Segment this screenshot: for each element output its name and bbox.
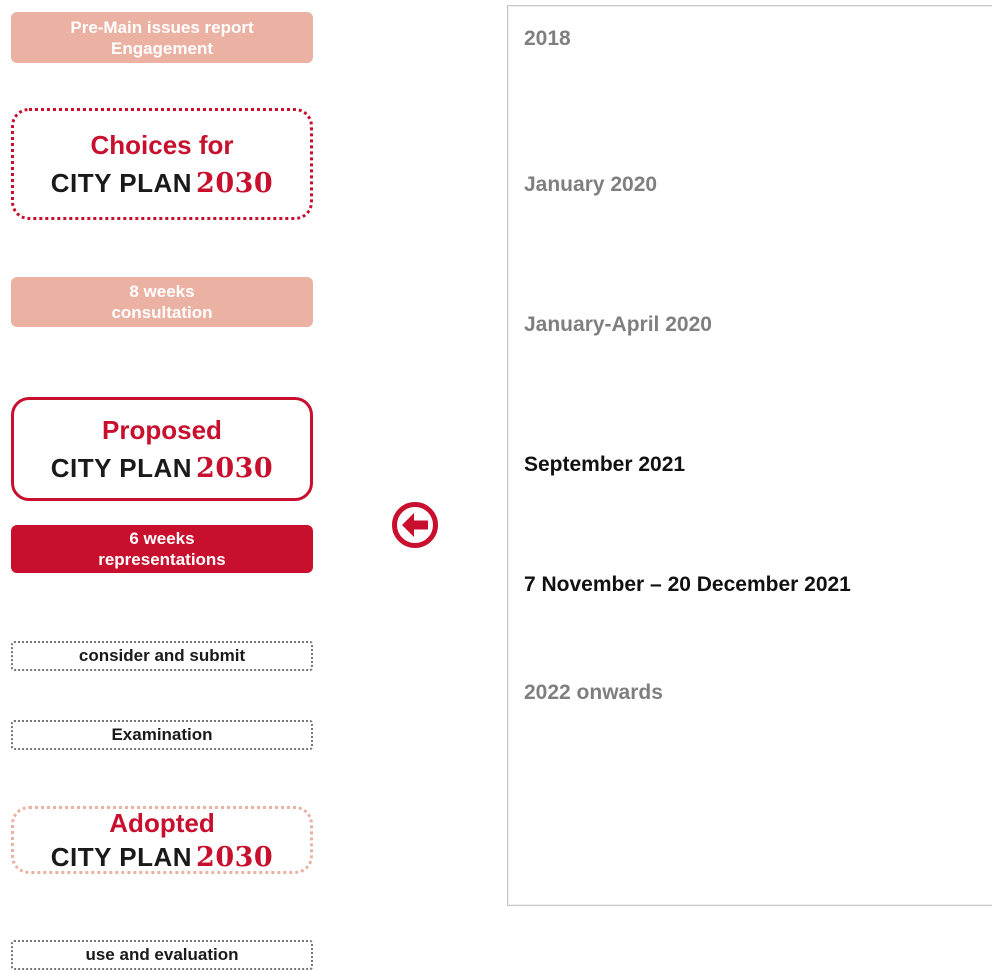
plan-stage-word: Proposed bbox=[102, 414, 222, 445]
plan-stage-word: Choices for bbox=[90, 129, 234, 160]
step-6-weeks-representations: 6 weeks representations bbox=[11, 525, 313, 573]
date-2022-onwards: 2022 onwards bbox=[524, 681, 663, 704]
step-consider-and-submit: consider and submit bbox=[11, 641, 313, 671]
step-label: Examination bbox=[111, 725, 213, 744]
date-september-2021: September 2021 bbox=[524, 453, 686, 476]
step-label-line: 6 weeks bbox=[129, 529, 195, 548]
step-choices-for-city-plan: Choices for CITY PLAN 2030 bbox=[11, 108, 313, 220]
city-plan-year: 2030 bbox=[196, 452, 274, 484]
date-november-december-2021: 7 November – 20 December 2021 bbox=[524, 573, 851, 596]
step-label-line: 8 weeks bbox=[129, 282, 195, 301]
date-january-2020: January 2020 bbox=[524, 173, 658, 196]
date-2018: 2018 bbox=[524, 27, 571, 50]
city-plan-name: CITY PLAN bbox=[50, 841, 193, 872]
step-label-line: representations bbox=[98, 550, 226, 569]
city-plan-logo: CITY PLAN 2030 bbox=[51, 167, 273, 200]
step-8-weeks-consultation: 8 weeks consultation bbox=[11, 277, 313, 327]
dates-panel: 2018 January 2020 January-April 2020 Sep… bbox=[507, 5, 992, 906]
step-label-line: Pre-Main issues report bbox=[70, 17, 254, 37]
step-adopted-city-plan: Adopted CITY PLAN 2030 bbox=[11, 806, 313, 874]
step-examination: Examination bbox=[11, 720, 313, 750]
city-plan-year: 2030 bbox=[196, 167, 274, 199]
city-plan-name: CITY PLAN bbox=[50, 167, 193, 198]
city-plan-name: CITY PLAN bbox=[50, 452, 193, 483]
circle-arrow-left-icon bbox=[392, 502, 438, 548]
city-plan-year: 2030 bbox=[196, 841, 274, 873]
city-plan-logo: CITY PLAN 2030 bbox=[51, 452, 273, 485]
step-label: consider and submit bbox=[78, 646, 246, 665]
step-label-line: Engagement bbox=[110, 38, 214, 58]
city-plan-logo: CITY PLAN 2030 bbox=[51, 841, 273, 874]
date-january-april-2020: January-April 2020 bbox=[524, 313, 712, 336]
step-label-line: consultation bbox=[111, 303, 213, 322]
step-proposed-city-plan: Proposed CITY PLAN 2030 bbox=[11, 397, 313, 501]
step-pre-main-issues-report: Pre-Main issues report Engagement bbox=[11, 12, 313, 63]
step-label: use and evaluation bbox=[85, 945, 239, 964]
plan-stage-word: Adopted bbox=[109, 807, 215, 838]
city-plan-timeline: Pre-Main issues report Engagement Choice… bbox=[0, 0, 992, 970]
